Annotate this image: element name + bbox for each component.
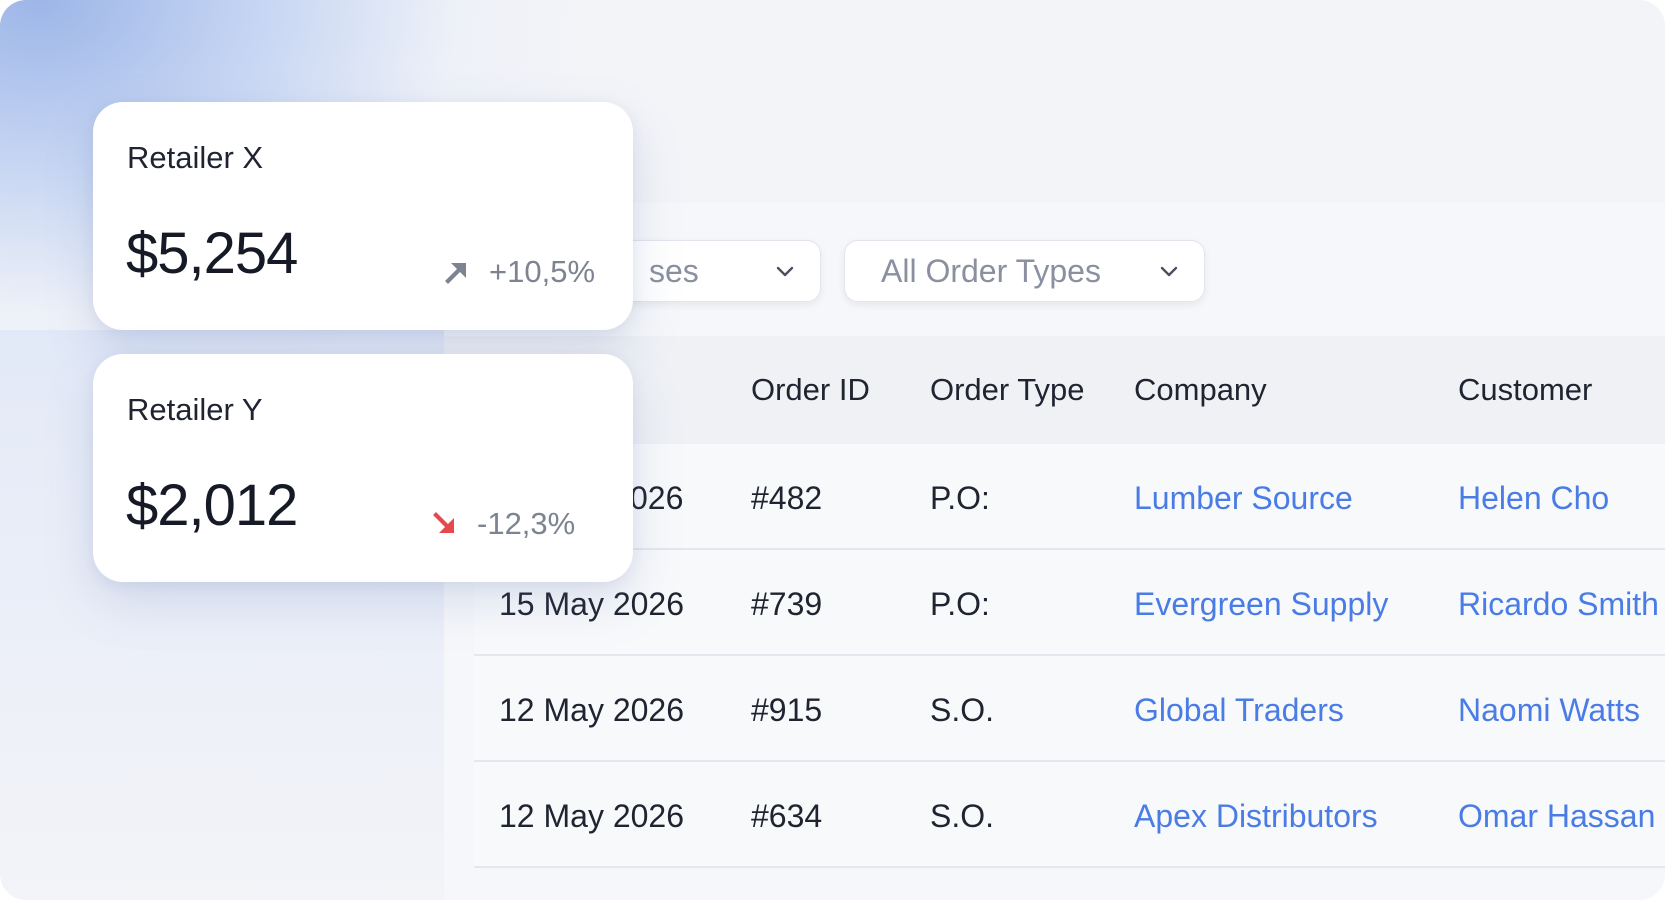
company-link[interactable]: Lumber Source [1134,444,1353,552]
order-type: S.O. [930,692,995,728]
retailer-name: Retailer X [127,140,264,175]
column-header-order-type[interactable]: Order Type [930,336,1085,444]
company-link[interactable]: Evergreen Supply [1134,550,1388,658]
column-header-customer[interactable]: Customer [1458,336,1592,444]
chevron-down-icon [776,266,794,277]
status-filter-label: ses [649,252,699,289]
order-type: P.O: [930,586,990,622]
retailer-y-stat-card: Retailer Y $2,012 -12,3% [93,354,633,582]
trend-percentage: +10,5% [489,254,596,289]
retailer-x-stat-card: Retailer X $5,254 +10,5% [93,102,633,330]
order-id: #634 [751,798,823,834]
order-date: 12 May 2026 [499,692,685,728]
order-date: 12 May 2026 [499,798,685,834]
column-header-order-id[interactable]: Order ID [751,336,870,444]
customer-link[interactable]: Helen Cho [1458,444,1609,552]
order-type-filter-label: All Order Types [881,252,1101,289]
revenue-value: $2,012 [126,473,298,538]
customer-link[interactable]: Ricardo Smith [1458,550,1659,658]
order-date: 026 [630,480,684,516]
table-row[interactable]: 15 May 2026 #739 P.O: Evergreen Supply R… [474,550,1665,656]
column-header-company[interactable]: Company [1134,336,1267,444]
app-frame: ses All Order Types Order ID Order Type … [0,0,1665,900]
retailer-name: Retailer Y [127,392,263,427]
revenue-value: $5,254 [126,221,298,286]
table-row[interactable]: 026 #482 P.O: Lumber Source Helen Cho [474,444,1665,550]
company-link[interactable]: Global Traders [1134,656,1344,764]
order-type-filter-dropdown[interactable]: All Order Types [844,240,1205,302]
order-id: #482 [751,480,823,516]
trend-indicator: -12,3% [431,506,575,542]
trend-down-arrow-icon [433,512,454,533]
order-id: #739 [751,586,823,622]
trend-percentage: -12,3% [477,506,576,541]
trend-up-arrow-icon [445,263,466,284]
table-row[interactable]: 12 May 2026 #915 S.O. Global Traders Nao… [474,656,1665,762]
customer-link[interactable]: Omar Hassan [1458,762,1655,870]
table-row[interactable]: 12 May 2026 #634 S.O. Apex Distributors … [474,762,1665,868]
trend-indicator: +10,5% [443,254,595,290]
table-body: 026 #482 P.O: Lumber Source Helen Cho 15… [474,444,1665,868]
order-id: #915 [751,692,823,728]
chevron-down-icon [1160,266,1178,277]
customer-link[interactable]: Naomi Watts [1458,656,1640,764]
company-link[interactable]: Apex Distributors [1134,762,1378,870]
order-type: S.O. [930,798,995,834]
order-type: P.O: [930,480,990,516]
